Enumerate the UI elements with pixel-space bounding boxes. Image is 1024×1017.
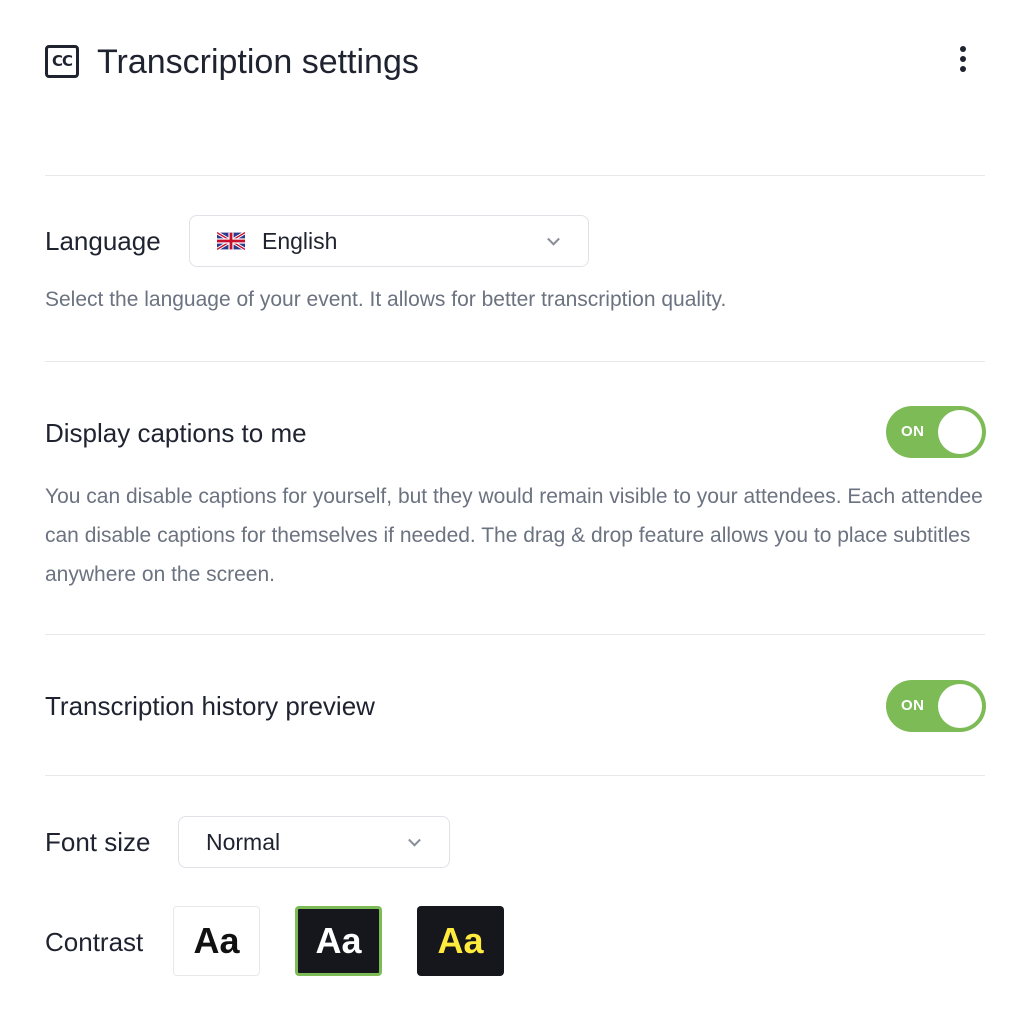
toggle-on-label: ON bbox=[901, 697, 925, 714]
more-vertical-icon[interactable] bbox=[959, 46, 967, 76]
chevron-down-icon bbox=[547, 232, 560, 246]
language-label: Language bbox=[45, 226, 161, 256]
divider bbox=[45, 361, 985, 362]
font-size-value: Normal bbox=[206, 829, 281, 855]
contrast-label: Contrast bbox=[45, 927, 144, 957]
uk-flag-icon bbox=[217, 232, 245, 250]
closed-captions-icon: CC bbox=[45, 45, 79, 78]
history-preview-toggle[interactable]: ON bbox=[886, 680, 986, 732]
contrast-option-light[interactable]: Aa bbox=[173, 906, 260, 976]
font-size-label: Font size bbox=[45, 827, 151, 857]
divider bbox=[45, 175, 985, 176]
page-title: Transcription settings bbox=[97, 43, 419, 81]
language-description: Select the language of your event. It al… bbox=[45, 288, 727, 311]
toggle-on-label: ON bbox=[901, 423, 925, 440]
divider bbox=[45, 634, 985, 635]
toggle-knob bbox=[938, 684, 982, 728]
chevron-down-icon bbox=[408, 833, 421, 847]
panel-header: CC Transcription settings bbox=[45, 40, 985, 90]
divider bbox=[45, 775, 985, 776]
toggle-knob bbox=[938, 410, 982, 454]
font-size-select[interactable]: Normal bbox=[178, 816, 450, 868]
display-captions-toggle[interactable]: ON bbox=[886, 406, 986, 458]
contrast-option-dark[interactable]: Aa bbox=[295, 906, 382, 976]
display-captions-description: You can disable captions for yourself, b… bbox=[45, 485, 983, 586]
history-preview-label: Transcription history preview bbox=[45, 691, 375, 721]
language-value: English bbox=[262, 228, 338, 254]
display-captions-label: Display captions to me bbox=[45, 418, 307, 448]
language-select[interactable]: English bbox=[189, 215, 589, 267]
contrast-option-dark-yellow[interactable]: Aa bbox=[417, 906, 504, 976]
